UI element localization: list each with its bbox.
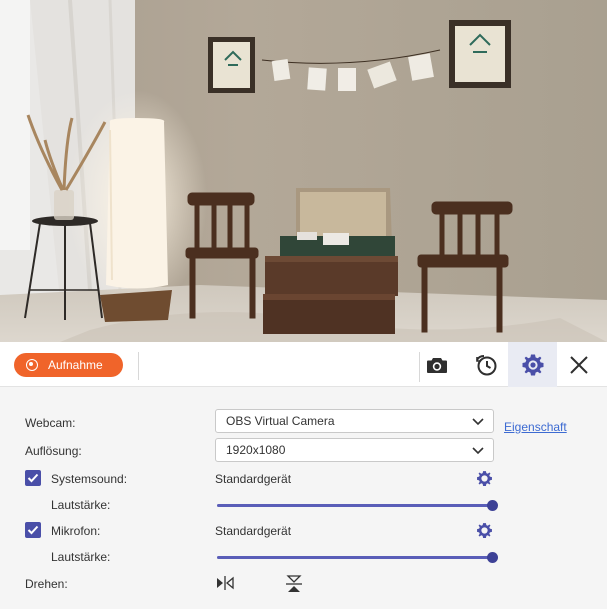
slider-knob[interactable] bbox=[487, 500, 498, 511]
snapshot-button[interactable] bbox=[420, 342, 453, 387]
system-sound-checkbox[interactable] bbox=[25, 470, 41, 486]
system-sound-volume-slider[interactable] bbox=[217, 500, 498, 512]
microphone-volume-label: Lautstärke: bbox=[51, 550, 111, 564]
close-icon bbox=[570, 355, 588, 374]
system-sound-device: Standardgerät bbox=[215, 472, 292, 486]
resolution-select[interactable]: 1920x1080 bbox=[215, 438, 494, 462]
record-button[interactable]: Aufnahme bbox=[14, 353, 123, 377]
webcam-preview bbox=[0, 0, 607, 342]
microphone-settings-icon[interactable] bbox=[476, 522, 493, 539]
resolution-label: Auflösung: bbox=[25, 444, 82, 458]
checkmark-icon bbox=[27, 525, 39, 535]
webcam-preview-image bbox=[0, 0, 607, 342]
flip-horizontal-icon[interactable] bbox=[215, 575, 235, 591]
system-sound-volume-label: Lautstärke: bbox=[51, 498, 111, 512]
schedule-clock-icon bbox=[476, 354, 497, 375]
webcam-properties-link[interactable]: Eigenschaft bbox=[504, 420, 567, 434]
flip-vertical-icon[interactable] bbox=[285, 574, 303, 594]
microphone-label: Mikrofon: bbox=[51, 524, 101, 538]
chevron-down-icon bbox=[472, 447, 484, 455]
rotate-label: Drehen: bbox=[25, 577, 68, 591]
close-button[interactable] bbox=[560, 342, 598, 387]
microphone-volume-slider[interactable] bbox=[217, 552, 498, 564]
resolution-select-value: 1920x1080 bbox=[226, 443, 286, 457]
checkmark-icon bbox=[27, 473, 39, 483]
camera-icon bbox=[426, 357, 447, 373]
webcam-select-value: OBS Virtual Camera bbox=[226, 414, 335, 428]
record-icon bbox=[26, 359, 38, 371]
webcam-label: Webcam: bbox=[25, 416, 76, 430]
microphone-device: Standardgerät bbox=[215, 524, 292, 538]
tab-settings[interactable] bbox=[508, 342, 557, 387]
system-sound-label: Systemsound: bbox=[51, 472, 128, 486]
schedule-button[interactable] bbox=[466, 342, 506, 387]
settings-gear-icon bbox=[522, 354, 543, 375]
slider-knob[interactable] bbox=[487, 552, 498, 563]
chevron-down-icon bbox=[472, 418, 484, 426]
record-button-label: Aufnahme bbox=[48, 358, 103, 372]
system-sound-settings-icon[interactable] bbox=[476, 470, 493, 487]
webcam-select[interactable]: OBS Virtual Camera bbox=[215, 409, 494, 433]
toolbar-separator bbox=[138, 352, 139, 380]
microphone-checkbox[interactable] bbox=[25, 522, 41, 538]
slider-fill bbox=[217, 556, 492, 559]
settings-panel: Webcam: OBS Virtual Camera Eigenschaft A… bbox=[0, 388, 607, 609]
toolbar: Aufnahme bbox=[0, 342, 607, 387]
slider-fill bbox=[217, 504, 492, 507]
